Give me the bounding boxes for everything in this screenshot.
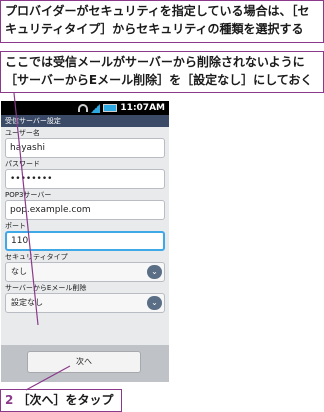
- port-field[interactable]: 110: [5, 231, 165, 251]
- security-type-label: セキュリティタイプ: [5, 253, 68, 261]
- callout-delete-setting: ここでは受信メールがサーバーから削除されないように［サーバーからEメール削除］を…: [0, 51, 324, 93]
- delete-from-server-select[interactable]: 設定なし ⌄: [5, 293, 165, 313]
- screen-title: 受信サーバー設定: [1, 115, 169, 127]
- callout-step: 2 ［次へ］をタップ: [0, 389, 122, 412]
- username-field[interactable]: hayashi: [5, 138, 165, 158]
- battery-icon: [103, 104, 118, 112]
- chevron-down-icon[interactable]: ⌄: [147, 265, 162, 279]
- callout-delete-setting-text: ここでは受信メールがサーバーから削除されないように［サーバーからEメール削除］を…: [5, 55, 313, 87]
- password-field[interactable]: ••••••••: [5, 169, 165, 189]
- password-label: パスワード: [5, 160, 40, 168]
- incoming-server-form: ユーザー名 hayashi パスワード •••••••• POP3サーバー po…: [1, 128, 169, 313]
- port-label: ポート: [5, 222, 26, 230]
- phone-screen: 11:07AM 受信サーバー設定 ユーザー名 hayashi パスワード •••…: [1, 101, 169, 382]
- bottom-action-bar: 次へ: [1, 345, 169, 382]
- pop3-server-label: POP3サーバー: [5, 191, 52, 199]
- wifi-icon: [78, 104, 89, 112]
- next-button[interactable]: 次へ: [27, 351, 141, 373]
- callout-security-type-text: プロバイダーがセキュリティを指定している場合は、［セキュリティタイプ］からセキュ…: [5, 4, 310, 36]
- username-label: ユーザー名: [5, 129, 40, 137]
- delete-from-server-value: 設定なし: [11, 298, 43, 307]
- security-type-value: なし: [11, 267, 27, 276]
- status-time: 11:07AM: [120, 103, 165, 113]
- pop3-server-field[interactable]: pop.example.com: [5, 200, 165, 220]
- step-number: 2: [5, 393, 14, 407]
- step-text: ［次へ］をタップ: [17, 393, 114, 407]
- delete-from-server-label: サーバーからEメール削除: [5, 284, 87, 292]
- callout-security-type: プロバイダーがセキュリティを指定している場合は、［セキュリティタイプ］からセキュ…: [0, 0, 324, 43]
- signal-icon: [91, 103, 101, 113]
- chevron-down-icon[interactable]: ⌄: [147, 296, 162, 310]
- security-type-select[interactable]: なし ⌄: [5, 262, 165, 282]
- status-bar: 11:07AM: [1, 101, 169, 115]
